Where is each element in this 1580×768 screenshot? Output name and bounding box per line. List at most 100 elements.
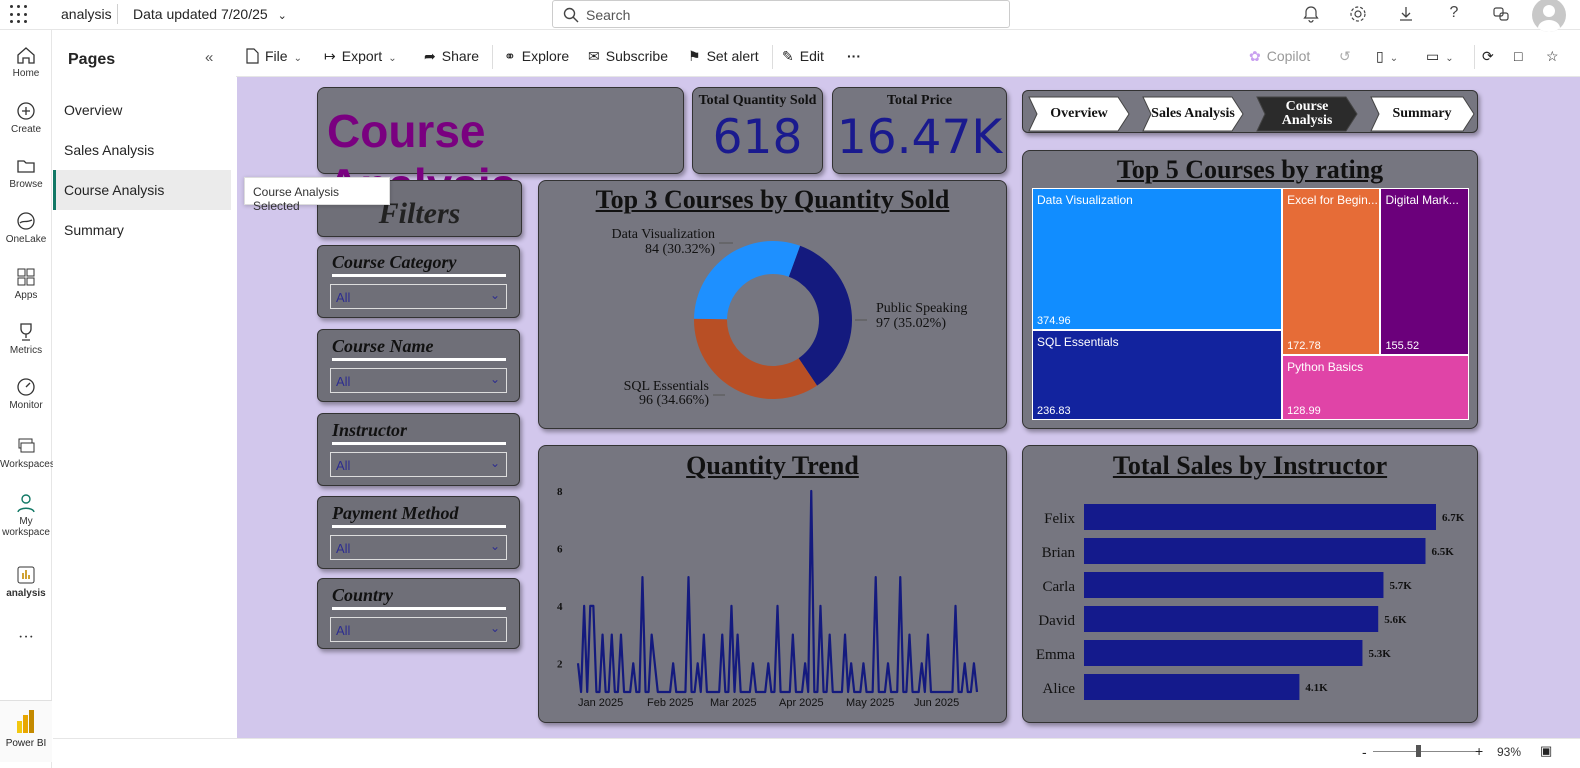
bar-value-label: 5.3K [1368, 648, 1391, 660]
gear-icon[interactable] [1348, 4, 1368, 24]
search-input[interactable]: Search [586, 7, 630, 23]
report-title-card: Course Analysis [317, 87, 684, 211]
bar[interactable] [1084, 504, 1436, 530]
fit-to-page-icon[interactable]: ▣ [1540, 743, 1552, 759]
zoom-slider-track[interactable] [1373, 751, 1477, 752]
explore-button[interactable]: ⚭ Explore [504, 48, 569, 65]
subscribe-button[interactable]: ✉ Subscribe [588, 48, 668, 65]
report-icon [15, 564, 37, 586]
set-alert-label: Set alert [706, 48, 759, 64]
nav-button-summary[interactable]: Summary [1379, 97, 1465, 131]
filter-slicer-course-category: Course Category All ⌄ [317, 245, 520, 318]
bar[interactable] [1084, 640, 1363, 666]
bar[interactable] [1084, 538, 1426, 564]
tile-value-label: 128.99 [1287, 404, 1321, 417]
explore-label: Explore [521, 48, 570, 64]
nav-item-apps[interactable]: Apps [0, 266, 52, 301]
bookmark-icon[interactable]: ▯ ⌄ [1376, 48, 1398, 65]
line-chart[interactable]: 2 4 6 8 Jan 2025 Feb 2025 Mar 2025 Apr 2025 May … [539, 446, 1008, 724]
data-updated-dropdown[interactable]: Data updated 7/20/25 ⌄ [133, 6, 287, 22]
nav-item-workspaces[interactable]: Workspaces [0, 435, 55, 470]
divider [492, 45, 493, 69]
nav-button-course-analysis[interactable]: Course Analysis [1265, 97, 1349, 131]
nav-button-sales-analysis[interactable]: Sales Analysis [1151, 97, 1235, 131]
chevron-down-icon: ⌄ [489, 372, 500, 386]
treemap-tile[interactable]: SQL Essentials 236.83 [1032, 330, 1283, 420]
export-menu[interactable]: ↦ Export ⌄ [324, 48, 397, 65]
x-tick-label: Feb 2025 [647, 697, 693, 709]
avatar[interactable] [1532, 0, 1566, 32]
filter-value: All [336, 623, 351, 638]
search-icon [563, 7, 579, 23]
zoom-out-button[interactable]: - [1362, 744, 1367, 760]
edit-button[interactable]: ✎ Edit [782, 48, 824, 65]
kpi-card-price[interactable]: Total Price 16.47K [832, 87, 1007, 174]
filter-dropdown[interactable]: All ⌄ [330, 535, 507, 560]
comment-icon[interactable]: □ [1514, 48, 1522, 64]
page-item-overview[interactable]: Overview [53, 90, 231, 130]
nav-item-metrics[interactable]: Metrics [0, 321, 52, 356]
share-button[interactable]: ➦ Share [424, 48, 479, 65]
zoom-in-button[interactable]: + [1475, 743, 1483, 759]
set-alert-button[interactable]: ⚑ Set alert [688, 48, 759, 65]
nav-button-overview[interactable]: Overview [1037, 97, 1121, 131]
treemap-tile[interactable]: Python Basics 128.99 [1282, 354, 1469, 420]
bar-chart[interactable]: Felix 6.7K Brian 6.5K Carla 5.7K David 5.6K Emma… [1023, 446, 1479, 724]
trend-line[interactable] [576, 489, 979, 694]
feedback-icon[interactable] [1491, 4, 1511, 24]
bar[interactable] [1084, 606, 1379, 632]
person-icon [15, 492, 37, 514]
plus-circle-icon [15, 100, 37, 122]
bar[interactable] [1084, 674, 1300, 700]
nav-item-onelake[interactable]: OneLake [0, 210, 52, 245]
nav-item-my-workspace[interactable]: My workspace [0, 492, 52, 538]
copilot-button[interactable]: ✿ Copilot [1249, 48, 1310, 65]
nav-item-monitor[interactable]: Monitor [0, 376, 52, 411]
help-icon[interactable]: ? [1444, 4, 1464, 24]
treemap-tile[interactable]: Digital Mark... 155.52 [1380, 188, 1469, 355]
home-icon [15, 44, 37, 66]
page-item-sales-analysis[interactable]: Sales Analysis [53, 130, 231, 170]
filter-value: All [336, 458, 351, 473]
filter-dropdown[interactable]: All ⌄ [330, 368, 507, 393]
share-icon: ➦ [424, 48, 436, 64]
nav-item-analysis[interactable]: analysis [0, 564, 52, 599]
page-navigator: Overview Sales Analysis Course Analysis … [1022, 90, 1478, 133]
search-box[interactable]: Search [552, 0, 1010, 28]
page-item-course-analysis[interactable]: Course Analysis [53, 170, 231, 210]
file-menu[interactable]: File ⌄ [245, 48, 302, 64]
reset-icon[interactable]: ↺ [1339, 48, 1351, 65]
more-options-button[interactable]: ··· [847, 48, 861, 64]
download-icon[interactable] [1396, 4, 1416, 24]
filter-dropdown[interactable]: All ⌄ [330, 284, 507, 309]
tile-category-label: Excel for Begin... [1287, 193, 1378, 207]
nav-item-create[interactable]: Create [0, 100, 52, 135]
slice-category-label: Data Visualization [612, 227, 715, 242]
nav-item-home[interactable]: Home [0, 44, 52, 79]
star-icon[interactable]: ☆ [1546, 48, 1559, 65]
donut-chart[interactable]: Public Speaking97 (35.02%) SQL Essentials… [539, 181, 1008, 430]
refresh-icon[interactable]: ⟳ [1482, 48, 1494, 65]
treemap-tile[interactable]: Excel for Begin... 172.78 [1282, 188, 1381, 355]
zoom-slider-thumb[interactable] [1416, 745, 1421, 757]
collapse-pane-icon[interactable]: « [205, 49, 213, 66]
app-launcher-icon[interactable] [10, 5, 30, 25]
nav-item-label: My workspace [2, 516, 50, 538]
powerbi-switcher[interactable]: Power BI [0, 700, 52, 762]
slice-category-label: SQL Essentials [624, 379, 709, 394]
tile-category-label: Digital Mark... [1385, 193, 1459, 207]
nav-item-browse[interactable]: Browse [0, 155, 52, 190]
treemap-tile[interactable]: Data Visualization 374.96 [1032, 188, 1283, 331]
filter-dropdown[interactable]: All ⌄ [330, 617, 507, 642]
treemap-chart[interactable]: Data Visualization 374.96 SQL Essentials 23… [1032, 188, 1469, 420]
donut-slice[interactable] [694, 318, 818, 399]
bar[interactable] [1084, 572, 1384, 598]
page-item-summary[interactable]: Summary [53, 210, 231, 250]
view-icon[interactable]: ▭ ⌄ [1426, 48, 1454, 65]
kpi-label: Total Price [886, 93, 953, 108]
workspace-item-name[interactable]: analysis [61, 6, 112, 22]
bell-icon[interactable] [1301, 4, 1321, 24]
filter-dropdown[interactable]: All ⌄ [330, 452, 507, 477]
nav-item-[interactable]: ··· [0, 626, 52, 650]
kpi-card-quantity[interactable]: Total Quantity Sold 618 [692, 87, 823, 174]
